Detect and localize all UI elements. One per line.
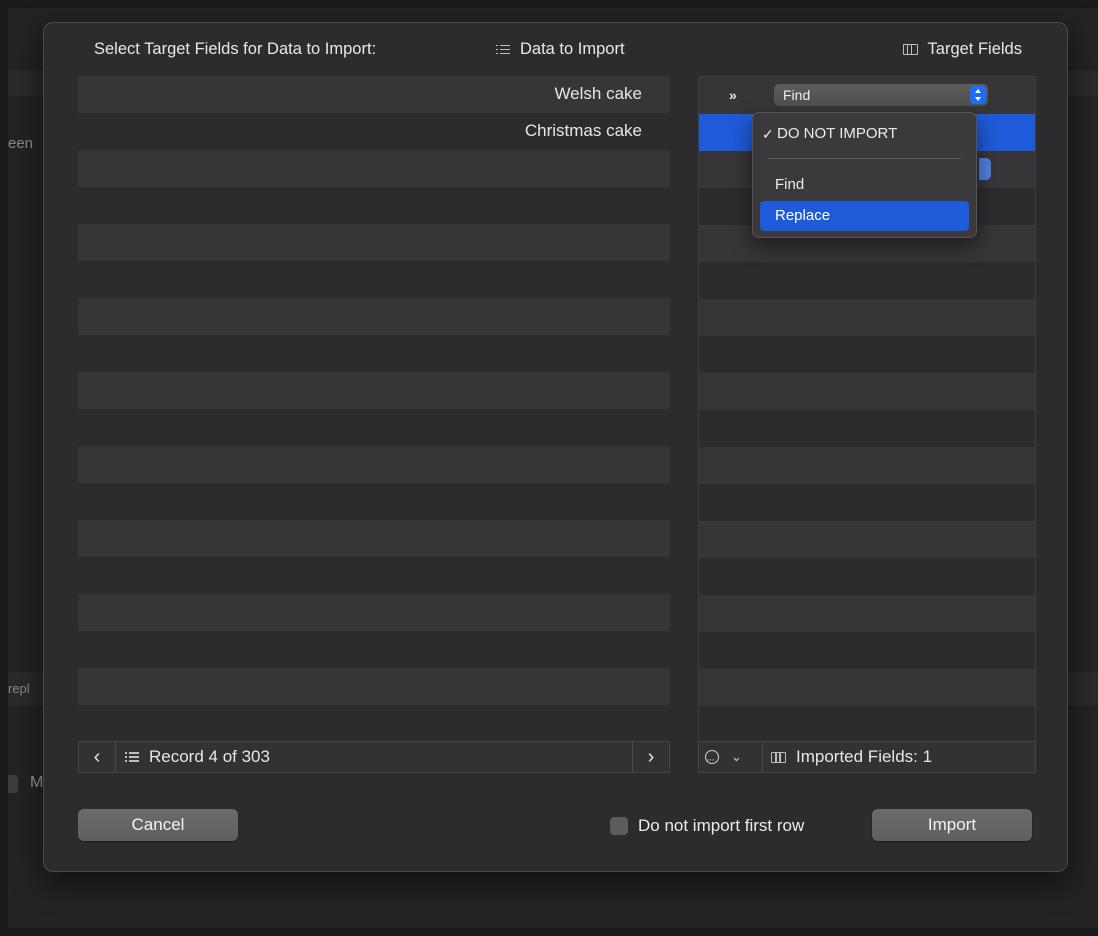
menu-item-find[interactable]: Find	[760, 170, 969, 200]
menu-separator	[768, 158, 961, 159]
background-checkbox	[8, 775, 18, 793]
row-popup-edge	[979, 158, 991, 180]
data-to-import-header: Data to Import	[496, 40, 625, 59]
skip-first-row-checkbox[interactable]	[610, 817, 628, 835]
skip-first-row-option[interactable]: Do not import first row	[610, 816, 804, 836]
list-item[interactable]: Christmas cake	[525, 121, 642, 141]
chevron-down-icon: ⌄	[731, 749, 742, 764]
list-icon	[496, 44, 510, 56]
target-fields-header: Target Fields	[902, 40, 1022, 59]
menu-item-label: DO NOT IMPORT	[777, 125, 898, 142]
background-field-text: repl	[8, 681, 30, 696]
imported-fields-bar: ⌄ Imported Fields: 1	[698, 741, 1036, 775]
import-button[interactable]: Import	[872, 809, 1032, 841]
background-label: een	[8, 135, 34, 152]
options-menu-button[interactable]: ⌄	[699, 742, 763, 775]
target-fields-label: Target Fields	[927, 40, 1022, 58]
background-checkbox-label: M	[30, 774, 44, 791]
data-to-import-label: Data to Import	[520, 40, 625, 58]
previous-record-button[interactable]: ‹	[79, 742, 116, 772]
popup-arrows-icon	[970, 86, 986, 104]
map-arrow-icon[interactable]: »	[729, 87, 737, 103]
menu-item-replace[interactable]: Replace	[760, 201, 969, 231]
columns-icon	[902, 44, 918, 55]
record-navigation-bar: ‹ Record 4 of 303 ›	[78, 741, 670, 773]
columns-icon	[771, 751, 786, 763]
cancel-button[interactable]: Cancel	[78, 809, 238, 841]
record-indicator: Record 4 of 303	[125, 742, 270, 772]
skip-first-row-label: Do not import first row	[638, 816, 805, 835]
next-record-button[interactable]: ›	[632, 742, 669, 772]
imported-fields-label: Imported Fields: 1	[796, 747, 933, 766]
checkmark-icon: ✓	[762, 126, 774, 142]
data-to-import-list[interactable]: Welsh cake Christmas cake	[78, 76, 670, 742]
target-field-popup-value: Find	[783, 87, 811, 103]
record-count-label: Record 4 of 303	[149, 747, 270, 766]
list-rows	[78, 76, 670, 742]
imported-fields-indicator: Imported Fields: 1	[771, 742, 932, 772]
sheet-title: Select Target Fields for Data to Import:	[94, 40, 377, 58]
ellipsis-circle-icon	[705, 745, 719, 775]
list-icon	[125, 751, 139, 763]
menu-item-do-not-import[interactable]: ✓ DO NOT IMPORT	[760, 119, 969, 149]
list-item[interactable]: Welsh cake	[554, 84, 642, 104]
target-field-popup[interactable]: Find	[774, 84, 988, 106]
target-field-dropdown-menu: ✓ DO NOT IMPORT Find Replace	[752, 112, 977, 238]
